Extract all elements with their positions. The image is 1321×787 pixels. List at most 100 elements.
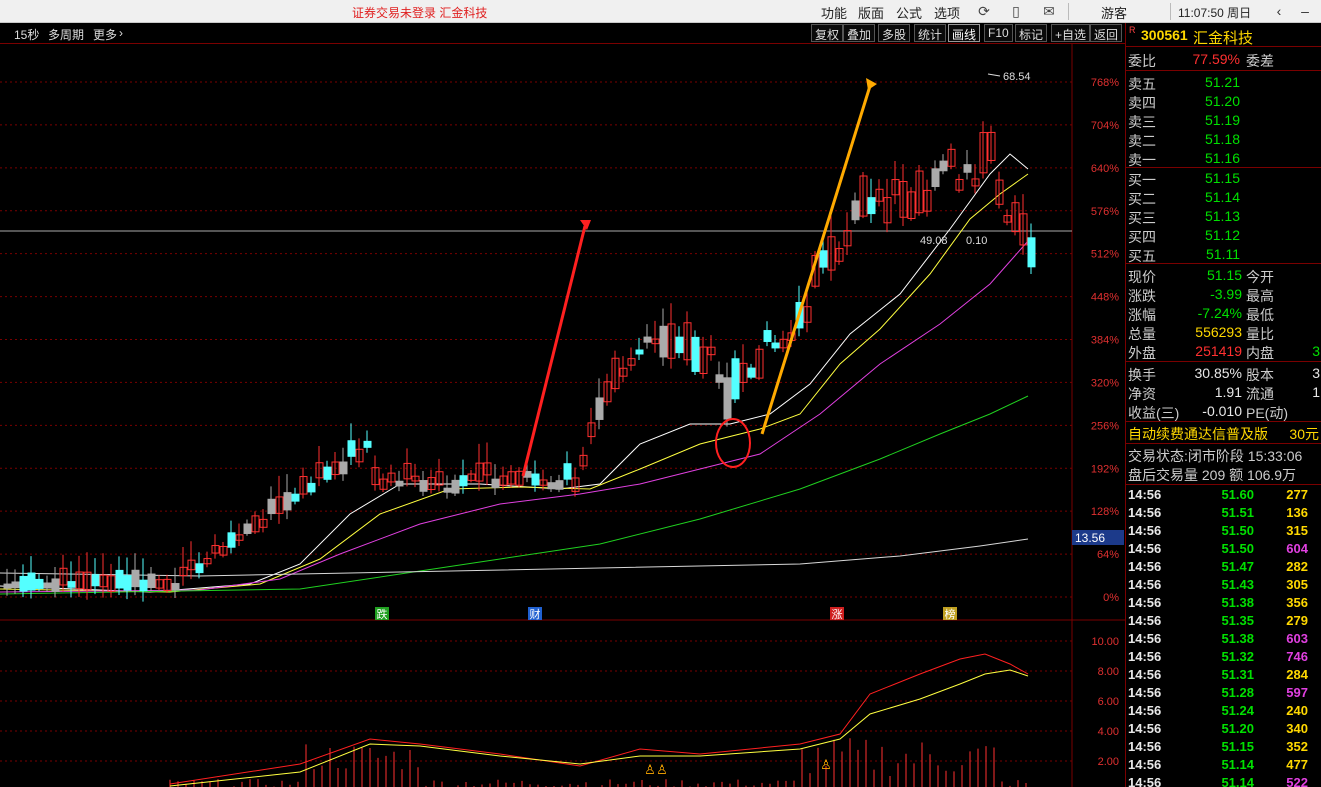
mail-icon[interactable]: ✉ — [1041, 3, 1057, 19]
ask-label: 卖三 — [1128, 114, 1156, 130]
chart-svg[interactable]: 768% 704% 640% 576% 512% 448% 384% 320% 256% 192%… — [0, 44, 1125, 787]
ask-row[interactable]: 卖五 51.21 — [1126, 73, 1321, 92]
signal-icon: ♙ — [656, 763, 668, 778]
bid-row[interactable]: 买二 51.14 — [1126, 188, 1321, 207]
divider — [1170, 3, 1171, 20]
ad-text[interactable]: 自动续费通达信普及版 — [1128, 424, 1268, 444]
peak-label: 68.54 — [1003, 71, 1031, 83]
candle-body — [459, 475, 468, 487]
divider — [1126, 421, 1321, 422]
sub-tick-label: 4.00 — [1098, 726, 1119, 738]
trade-status: 交易状态:闭市阶段 15:33:06 — [1128, 448, 1303, 464]
weibi-label: 委比 — [1128, 53, 1156, 69]
candle-body — [395, 480, 404, 487]
stat-value: 556293 — [1195, 324, 1242, 340]
stat-label: 外盘 — [1128, 345, 1156, 361]
candle-body — [931, 168, 940, 188]
stat-label: 换手 — [1128, 367, 1156, 383]
multi-period[interactable]: 多周期 — [48, 26, 84, 43]
tick-row: 14:56 51.15 352 — [1126, 738, 1321, 756]
tick-volume: 240 — [1286, 703, 1308, 718]
sub-tick-label: 2.00 — [1098, 756, 1119, 768]
more-button[interactable]: 更多 — [93, 26, 117, 43]
multi-stock-button[interactable]: 多股 — [878, 24, 911, 42]
tick-row: 14:56 51.32 746 — [1126, 648, 1321, 666]
tick-row: 14:56 51.38 603 — [1126, 630, 1321, 648]
menu-layout[interactable]: 版面 — [858, 3, 884, 22]
bid-price: 51.12 — [1204, 227, 1240, 243]
add-watchlist-button[interactable]: +自选 — [1051, 24, 1091, 42]
back-icon[interactable]: ‹ — [1270, 2, 1288, 20]
menu-formula[interactable]: 公式 — [896, 3, 922, 22]
adjust-button[interactable]: 复权 — [811, 24, 844, 42]
menu-function[interactable]: 功能 — [821, 3, 847, 22]
stat-label: 收益(三) — [1128, 405, 1180, 421]
tick-price: 51.15 — [1221, 739, 1254, 754]
login-warning[interactable]: 证券交易未登录 汇金科技 — [352, 4, 487, 21]
stat-label: 涨跌 — [1128, 288, 1156, 304]
y-tick-label: 704% — [1091, 120, 1119, 132]
tick-row: 14:56 51.47 282 — [1126, 558, 1321, 576]
draw-line-button[interactable]: 画线 — [948, 24, 981, 42]
bid-row[interactable]: 买三 51.13 — [1126, 207, 1321, 226]
overlay-button[interactable]: 叠加 — [843, 24, 876, 42]
return-button[interactable]: 返回 — [1090, 24, 1123, 42]
chevron-right-icon[interactable]: › — [119, 26, 123, 40]
menu-options[interactable]: 选项 — [934, 3, 960, 22]
stat-label: 内盘 — [1246, 345, 1274, 361]
ask-price: 51.20 — [1204, 93, 1240, 109]
candle-body — [363, 440, 372, 448]
candle-body — [1027, 237, 1036, 268]
candle-body — [419, 480, 428, 492]
divider — [1126, 70, 1321, 71]
ma120-line — [0, 538, 1029, 577]
sub-tick-label: 6.00 — [1098, 696, 1119, 708]
bid-price: 51.15 — [1204, 170, 1240, 186]
f10-button[interactable]: F10 — [984, 24, 1013, 42]
mark-button[interactable]: 标记 — [1015, 24, 1048, 42]
candle-body — [3, 583, 12, 589]
ask-row[interactable]: 卖二 51.18 — [1126, 130, 1321, 149]
ask-row[interactable]: 卖四 51.20 — [1126, 92, 1321, 111]
tick-volume: 477 — [1286, 757, 1308, 772]
candle-body — [267, 498, 276, 515]
period-15s[interactable]: 15秒 — [14, 26, 39, 43]
bid-label: 买三 — [1128, 210, 1156, 226]
ask-price: 51.18 — [1204, 131, 1240, 147]
stat-row: 换手 30.85% 股本 3 — [1126, 364, 1321, 383]
y-tick-label: 512% — [1091, 249, 1119, 261]
phone-icon[interactable]: ▯ — [1008, 3, 1024, 19]
candle-body — [307, 482, 316, 493]
stat-label: 最低 — [1246, 307, 1274, 323]
bid-row[interactable]: 买一 51.15 — [1126, 169, 1321, 188]
highlight-circle — [715, 418, 751, 468]
ask-row[interactable]: 卖一 51.16 — [1126, 149, 1321, 168]
tick-volume: 340 — [1286, 721, 1308, 736]
divider — [1126, 361, 1321, 362]
tick-price: 51.32 — [1221, 649, 1254, 664]
tick-volume: 603 — [1286, 631, 1308, 646]
stock-header[interactable]: R 300561 汇金科技 — [1126, 23, 1321, 47]
tick-time: 14:56 — [1128, 631, 1162, 646]
bid-row[interactable]: 买五 51.11 — [1126, 245, 1321, 264]
guest-label[interactable]: 游客 — [1101, 3, 1127, 22]
stat-value: 1 — [1312, 384, 1320, 400]
y-tick-label: 640% — [1091, 163, 1119, 175]
weibi-value: 77.59% — [1192, 51, 1240, 67]
minimize-icon[interactable]: – — [1296, 2, 1314, 20]
refresh-icon[interactable]: ⟳ — [976, 3, 992, 19]
ad-price[interactable]: 30元 — [1289, 424, 1319, 444]
tick-volume: 604 — [1286, 541, 1308, 556]
y-tick-label: 192% — [1091, 463, 1119, 475]
candle-body — [67, 581, 76, 588]
tick-price: 51.51 — [1221, 505, 1254, 520]
tick-volume: 746 — [1286, 649, 1308, 664]
kline-chart[interactable]: 768% 704% 640% 576% 512% 448% 384% 320% 256% 192%… — [0, 44, 1125, 787]
bid-row[interactable]: 买四 51.12 — [1126, 226, 1321, 245]
tick-price: 51.31 — [1221, 667, 1254, 682]
y-tick-label: 128% — [1091, 506, 1119, 518]
event-marker: 涨 — [832, 608, 843, 621]
stats-button[interactable]: 统计 — [914, 24, 947, 42]
stat-row: 收益(三) -0.010 PE(动) — [1126, 402, 1321, 421]
ask-row[interactable]: 卖三 51.19 — [1126, 111, 1321, 130]
